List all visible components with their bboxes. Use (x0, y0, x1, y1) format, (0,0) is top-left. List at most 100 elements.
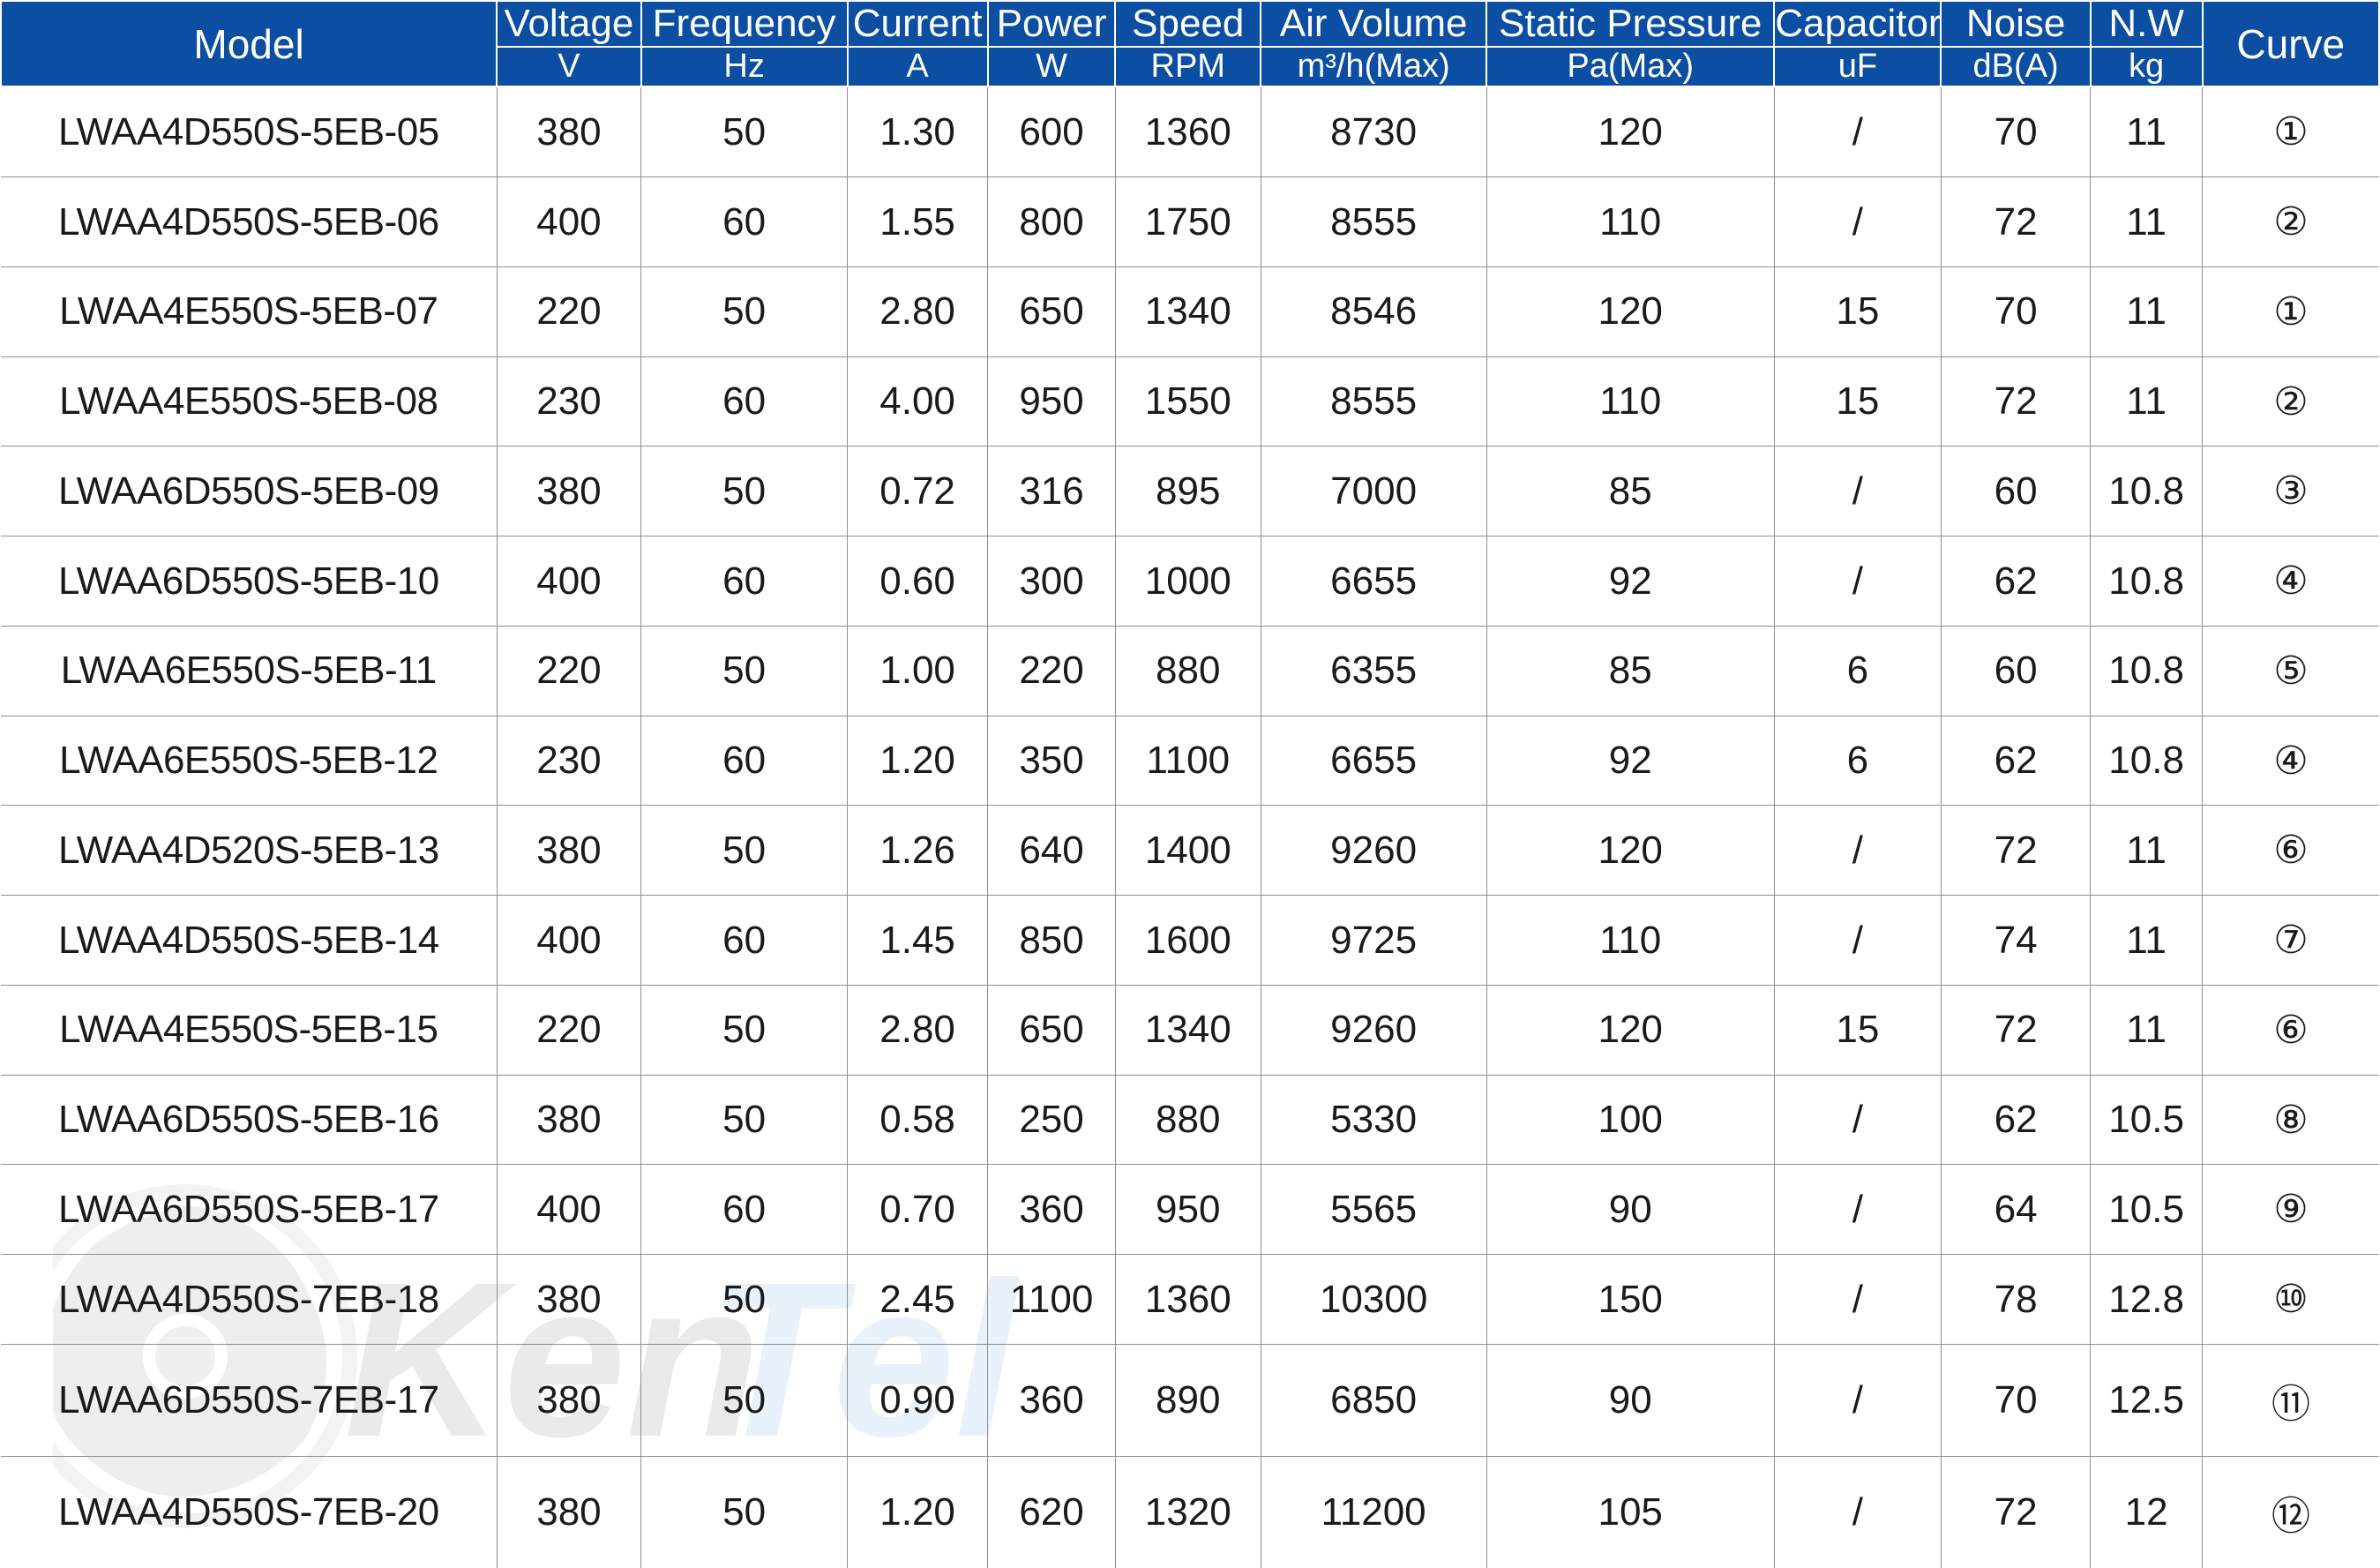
cell-noise: 62 (1940, 1074, 2092, 1166)
cell-noise: 74 (1940, 895, 2092, 986)
column-header-speed: Speed (1114, 0, 1262, 48)
cell-noise: 70 (1940, 266, 2092, 357)
cell-model: LWAA4E550S-5EB-08 (1, 356, 498, 447)
cell-net-weight: 12.8 (2090, 1254, 2204, 1345)
cell-model: LWAA6D550S-5EB-16 (1, 1074, 498, 1166)
cell-model: LWAA4D550S-5EB-05 (1, 86, 498, 178)
cell-noise: 60 (1940, 625, 2092, 716)
cell-model: LWAA4D550S-7EB-18 (1, 1254, 498, 1345)
cell-air-volume: 11200 (1260, 1456, 1487, 1568)
cell-noise: 72 (1940, 176, 2092, 267)
cell-frequency: 50 (640, 1456, 848, 1568)
cell-curve: ② (2202, 176, 2379, 267)
cell-capacitor: 6 (1773, 715, 1942, 807)
cell-air-volume: 9260 (1260, 805, 1487, 897)
cell-current: 1.30 (846, 86, 989, 178)
cell-air-volume: 5565 (1260, 1164, 1487, 1256)
cell-voltage: 400 (496, 895, 642, 986)
table-row: LWAA6D550S-5EB-17 400 60 0.70 360 950 5565 90/6… (1, 1164, 2379, 1256)
cell-model: LWAA6D550S-7EB-17 (1, 1343, 498, 1458)
cell-frequency: 50 (640, 984, 848, 1076)
cell-voltage: 380 (496, 446, 642, 537)
header-row-titles: Model Voltage Frequency Current Power Sp… (0, 0, 2380, 87)
cell-speed: 1360 (1114, 1254, 1261, 1345)
cell-power: 850 (987, 895, 1116, 986)
cell-capacitor: / (1773, 1164, 1942, 1256)
cell-power: 640 (987, 805, 1116, 897)
cell-frequency: 60 (640, 715, 848, 807)
cell-static-pressure: 110 (1486, 895, 1775, 986)
cell-net-weight: 10.8 (2090, 446, 2204, 537)
cell-capacitor: 15 (1773, 266, 1942, 357)
table-row: LWAA4E550S-5EB-07 220 50 2.80 650 1340 8546 120… (1, 266, 2379, 357)
cell-current: 1.00 (846, 625, 989, 716)
cell-frequency: 60 (640, 356, 848, 447)
cell-air-volume: 9260 (1260, 984, 1487, 1076)
cell-air-volume: 10300 (1260, 1254, 1487, 1345)
cell-net-weight: 10.8 (2090, 715, 2204, 807)
table-row: LWAA6D550S-7EB-17 380 50 0.90 360 890 6850 90/7… (1, 1343, 2379, 1458)
cell-capacitor: 6 (1773, 625, 1942, 716)
cell-noise: 78 (1940, 1254, 2092, 1345)
cell-capacitor: / (1773, 1254, 1942, 1345)
cell-voltage: 230 (496, 356, 642, 447)
cell-speed: 1750 (1114, 176, 1261, 267)
cell-static-pressure: 90 (1486, 1343, 1775, 1458)
cell-current: 4.00 (846, 356, 989, 447)
table-row: LWAA6D550S-5EB-16 380 50 0.58 250 880 5330 100/… (1, 1074, 2379, 1166)
cell-frequency: 50 (640, 1343, 848, 1458)
table-header: Model Voltage Frequency Current Power Sp… (0, 0, 2380, 87)
unit-header-net-weight: kg (2089, 46, 2204, 87)
cell-curve: ④ (2202, 536, 2379, 626)
cell-current: 0.72 (846, 446, 989, 537)
cell-curve: ⑥ (2202, 984, 2379, 1076)
cell-power: 220 (987, 625, 1116, 716)
table-row: LWAA6D550S-5EB-09 380 50 0.72 316 895 7000 85/6… (1, 446, 2379, 537)
cell-static-pressure: 92 (1486, 536, 1775, 626)
cell-curve: ① (2202, 86, 2379, 178)
cell-frequency: 60 (640, 176, 848, 267)
cell-static-pressure: 92 (1486, 715, 1775, 807)
cell-static-pressure: 110 (1486, 356, 1775, 447)
cell-capacitor: / (1773, 1456, 1942, 1568)
cell-power: 600 (987, 86, 1116, 178)
cell-power: 300 (987, 536, 1116, 626)
cell-net-weight: 11 (2090, 86, 2204, 178)
column-header-capacitor: Capacitor (1773, 0, 1942, 48)
cell-noise: 62 (1940, 536, 2092, 626)
cell-power: 360 (987, 1343, 1116, 1458)
cell-frequency: 50 (640, 1254, 848, 1345)
cell-model: LWAA4D520S-5EB-13 (1, 805, 498, 897)
cell-frequency: 50 (640, 86, 848, 178)
cell-voltage: 400 (496, 1164, 642, 1256)
cell-speed: 895 (1114, 446, 1261, 537)
cell-capacitor: / (1773, 86, 1942, 178)
cell-current: 0.60 (846, 536, 989, 626)
unit-header-capacitor: uF (1773, 46, 1942, 87)
cell-model: LWAA4D550S-7EB-20 (1, 1456, 498, 1568)
table-row: LWAA4D550S-5EB-14 400 60 1.45 850 1600 9725 110… (1, 895, 2379, 986)
cell-curve: ⑨ (2202, 1164, 2379, 1256)
cell-speed: 1340 (1114, 266, 1261, 357)
cell-voltage: 220 (496, 266, 642, 357)
cell-voltage: 400 (496, 176, 642, 267)
cell-speed: 880 (1114, 625, 1261, 716)
cell-net-weight: 10.5 (2090, 1074, 2204, 1166)
cell-capacitor: 15 (1773, 356, 1942, 447)
cell-capacitor: / (1773, 446, 1942, 537)
column-header-static-pressure: Static Pressure (1486, 0, 1776, 48)
cell-noise: 64 (1940, 1164, 2092, 1256)
cell-air-volume: 6850 (1260, 1343, 1487, 1458)
cell-power: 950 (987, 356, 1116, 447)
cell-model: LWAA4D550S-5EB-14 (1, 895, 498, 986)
unit-header-frequency: Hz (640, 46, 849, 87)
cell-capacitor: / (1773, 805, 1942, 897)
cell-noise: 62 (1940, 715, 2092, 807)
cell-static-pressure: 150 (1486, 1254, 1775, 1345)
table-row: LWAA4D550S-5EB-06 400 60 1.55 800 1750 8555 110… (1, 176, 2379, 267)
cell-net-weight: 11 (2090, 176, 2204, 267)
column-header-noise: Noise (1940, 0, 2092, 48)
cell-frequency: 50 (640, 266, 848, 357)
cell-noise: 72 (1940, 984, 2092, 1076)
cell-current: 0.70 (846, 1164, 989, 1256)
